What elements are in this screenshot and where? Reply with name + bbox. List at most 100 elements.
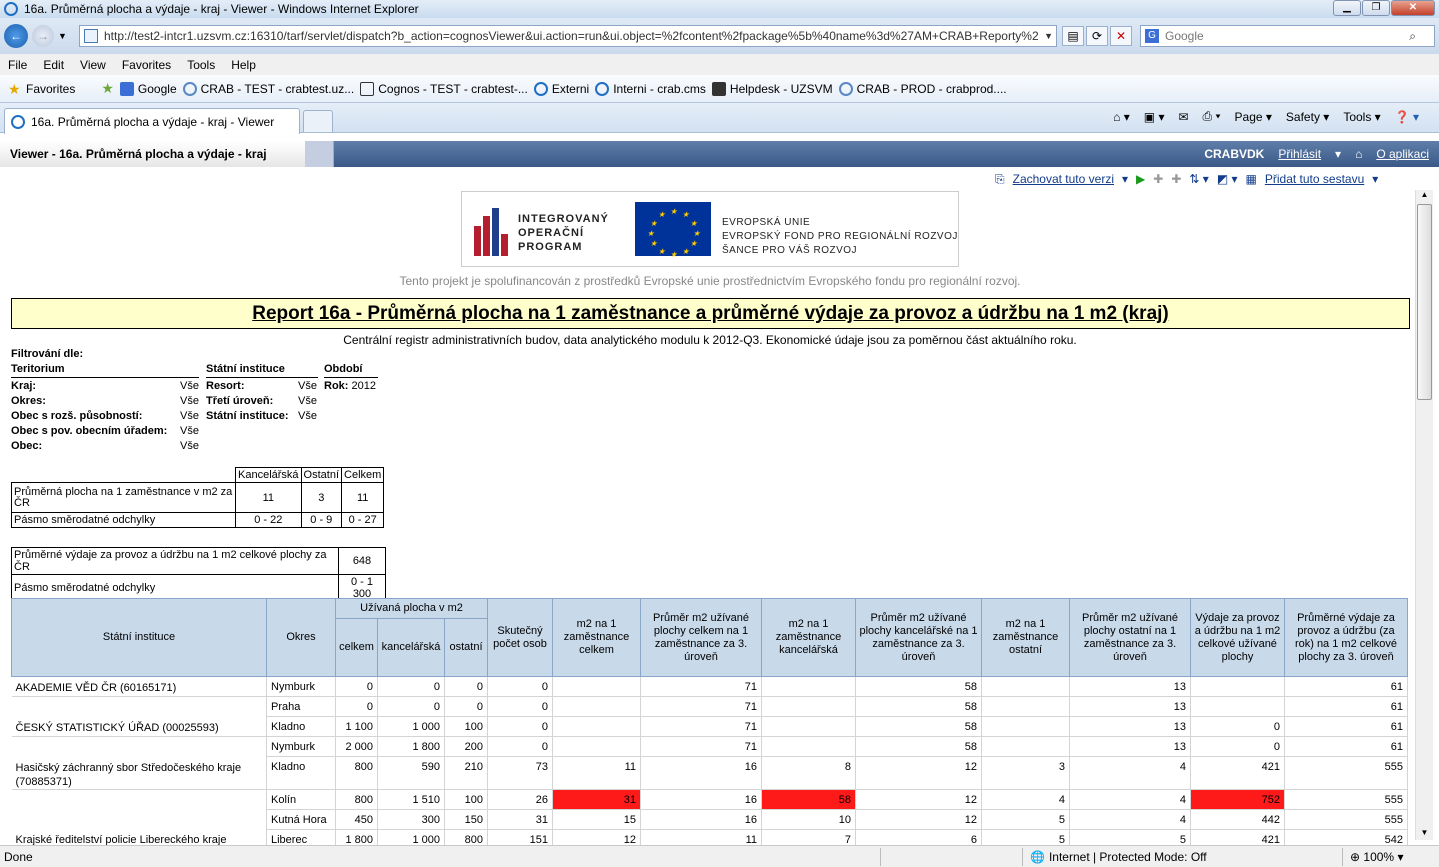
back-button[interactable]: ← bbox=[4, 24, 28, 48]
table-cell-prk: 58 bbox=[855, 696, 982, 717]
search-icon[interactable]: ⌕ bbox=[1409, 26, 1416, 46]
col-header-okres[interactable]: Okres bbox=[266, 598, 336, 677]
table-cell-prc: 16 bbox=[640, 789, 762, 810]
menu-help[interactable]: Help bbox=[231, 58, 256, 72]
favorite-helpdesk[interactable]: Helpdesk - UZSVM bbox=[711, 81, 833, 96]
menu-edit[interactable]: Edit bbox=[43, 58, 64, 72]
safety-menu[interactable]: Safety ▾ bbox=[1286, 110, 1329, 124]
table-cell-m2o bbox=[981, 716, 1070, 737]
favorite-google[interactable]: Google bbox=[119, 81, 177, 96]
scrollbar-thumb[interactable] bbox=[1417, 204, 1432, 400]
col-header-kanc[interactable]: kancelářská bbox=[377, 618, 445, 677]
helpdesk-icon bbox=[711, 81, 726, 96]
compatibility-view-icon[interactable]: ▤ bbox=[1062, 26, 1084, 46]
login-link[interactable]: Přihlásit bbox=[1278, 147, 1321, 161]
table-cell-pro: 4 bbox=[1069, 756, 1191, 790]
scroll-up-icon[interactable]: ▲ bbox=[1418, 190, 1431, 202]
table-cell-m2c bbox=[552, 716, 641, 737]
col-header-m2k[interactable]: m2 na 1 zaměstnance kancelářská bbox=[761, 598, 856, 677]
col-header-m2c[interactable]: m2 na 1 zaměstnance celkem bbox=[552, 598, 641, 677]
eu-text: EVROPSKÁ UNIE EVROPSKÝ FOND PRO REGIONÁL… bbox=[722, 217, 958, 256]
vertical-scrollbar[interactable]: ▲ ▼ bbox=[1415, 190, 1433, 840]
menu-favorites[interactable]: Favorites bbox=[122, 58, 171, 72]
table-cell-m2k: 10 bbox=[761, 809, 856, 830]
search-input[interactable]: G Google ⌕ bbox=[1140, 25, 1435, 47]
print-icon[interactable]: ⎙ ▾ bbox=[1203, 109, 1221, 124]
view-format-icon[interactable]: ◩ ▾ bbox=[1217, 172, 1238, 186]
favorite-cognos-test[interactable]: Cognos - TEST - crabtest-... bbox=[360, 81, 528, 96]
table-cell-m2c: 11 bbox=[552, 756, 641, 790]
keep-version-link[interactable]: Zachovat tuto verzi bbox=[1013, 172, 1114, 186]
help-icon[interactable]: ❓ ▾ bbox=[1395, 110, 1419, 124]
tab-viewer[interactable]: 16a. Průměrná plocha a výdaje - kraj - V… bbox=[4, 108, 300, 134]
col-header-prk[interactable]: Průměr m2 užívané plochy kancelářské na … bbox=[855, 598, 982, 677]
menu-file[interactable]: File bbox=[8, 58, 27, 72]
report-title: Report 16a - Průměrná plocha na 1 zaměst… bbox=[11, 298, 1410, 329]
drill-down-icon[interactable]: ✚ bbox=[1153, 172, 1163, 186]
status-bar: Done 🌐 Internet | Protected Mode: Off ⊕ 1… bbox=[0, 845, 1439, 867]
table-cell-inst bbox=[11, 789, 267, 809]
favorites-button[interactable]: ★ Favorites bbox=[8, 82, 75, 96]
login-dropdown-icon[interactable]: ▾ bbox=[1335, 147, 1341, 161]
table-cell-v: 752 bbox=[1190, 789, 1285, 810]
table-row: Nymburk 2 000 1 800 200 0 71 58 13 0 61 bbox=[11, 736, 1408, 757]
favorite-interni[interactable]: Interni - crab.cms bbox=[595, 81, 706, 96]
feeds-icon[interactable]: ▣ ▾ bbox=[1144, 110, 1165, 124]
new-tab-button[interactable] bbox=[303, 110, 333, 132]
table-cell-inst: Hasičský záchranný sbor Středočeského kr… bbox=[11, 756, 267, 790]
forward-button[interactable]: → bbox=[32, 25, 54, 47]
maximize-button[interactable]: ❐ bbox=[1362, 0, 1390, 16]
col-header-m2o[interactable]: m2 na 1 zaměstnance ostatní bbox=[981, 598, 1070, 677]
related-links-icon[interactable]: ⇅ ▾ bbox=[1189, 172, 1208, 186]
menu-tools[interactable]: Tools bbox=[187, 58, 215, 72]
history-dropdown-icon[interactable]: ▼ bbox=[58, 31, 67, 41]
table-cell-c: 1 800 bbox=[335, 829, 378, 845]
col-header-prv[interactable]: Průměrné výdaje za provoz a údržbu (za r… bbox=[1284, 598, 1408, 677]
table-cell-o: 0 bbox=[444, 696, 488, 717]
close-button[interactable]: ✕ bbox=[1391, 0, 1435, 16]
table-cell-p: 73 bbox=[487, 756, 553, 790]
page-icon bbox=[838, 81, 853, 96]
add-favorite-icon[interactable]: ★ bbox=[101, 80, 114, 97]
address-input[interactable]: http://test2-intcr1.uzsvm.cz:16310/tarf/… bbox=[79, 25, 1057, 47]
favorite-crab-test[interactable]: CRAB - TEST - crabtest.uz... bbox=[182, 81, 354, 96]
mail-icon[interactable]: ✉ bbox=[1178, 110, 1188, 124]
refresh-icon[interactable]: ⟳ bbox=[1086, 26, 1108, 46]
menu-view[interactable]: View bbox=[80, 58, 106, 72]
col-header-vyd[interactable]: Výdaje za provoz a údržbu na 1 m2 celkov… bbox=[1190, 598, 1285, 677]
table-cell-p: 0 bbox=[487, 716, 553, 737]
ie-icon bbox=[4, 2, 18, 16]
col-header-ost[interactable]: ostatní bbox=[444, 618, 488, 677]
about-link[interactable]: O aplikaci bbox=[1376, 147, 1429, 161]
page-menu[interactable]: Page ▾ bbox=[1235, 110, 1272, 124]
minimize-button[interactable]: ▁ bbox=[1333, 0, 1361, 16]
tools-menu[interactable]: Tools ▾ bbox=[1343, 110, 1380, 124]
window-title: 16a. Průměrná plocha a výdaje - kraj - V… bbox=[24, 2, 419, 16]
col-header-inst[interactable]: Státní instituce bbox=[11, 598, 267, 677]
favorite-externi[interactable]: Externi bbox=[533, 81, 589, 96]
drill-up-icon[interactable]: ✚ bbox=[1171, 172, 1181, 186]
keep-version-dropdown-icon[interactable]: ▾ bbox=[1122, 172, 1128, 186]
table-cell-m2o: 4 bbox=[981, 789, 1070, 810]
add-report-dropdown-icon[interactable]: ▾ bbox=[1372, 172, 1378, 186]
run-icon[interactable]: ▶ bbox=[1136, 172, 1145, 186]
col-header-celkem[interactable]: celkem bbox=[335, 618, 378, 677]
table-cell-p: 0 bbox=[487, 696, 553, 717]
add-report-link[interactable]: Přidat tuto sestavu bbox=[1265, 172, 1364, 186]
favorite-crab-prod[interactable]: CRAB - PROD - crabprod.... bbox=[838, 81, 1007, 96]
panel-grip[interactable] bbox=[305, 141, 333, 167]
address-bar-area: ← → ▼ http://test2-intcr1.uzsvm.cz:16310… bbox=[0, 18, 1439, 54]
col-header-prc[interactable]: Průměr m2 užívané plochy celkem na 1 zam… bbox=[640, 598, 762, 677]
stop-icon[interactable]: ✕ bbox=[1110, 26, 1132, 46]
scroll-down-icon[interactable]: ▼ bbox=[1418, 828, 1431, 840]
table-cell-m2o bbox=[981, 676, 1070, 697]
col-header-pro[interactable]: Průměr m2 užívané plochy ostatní na 1 za… bbox=[1069, 598, 1191, 677]
table-cell-prk: 6 bbox=[855, 829, 982, 845]
zoom-control[interactable]: ⊕ 100% ▾ bbox=[1350, 850, 1403, 864]
data-table: Státní instituce Okres Užívaná plocha v … bbox=[11, 598, 1408, 845]
home-icon[interactable]: ⌂ ▾ bbox=[1113, 110, 1130, 124]
user-name: CRABVDK bbox=[1204, 147, 1265, 161]
address-dropdown-icon[interactable]: ▼ bbox=[1044, 26, 1053, 46]
col-header-osob[interactable]: Skutečný počet osob bbox=[487, 598, 553, 677]
table-cell-k: 0 bbox=[377, 696, 445, 717]
